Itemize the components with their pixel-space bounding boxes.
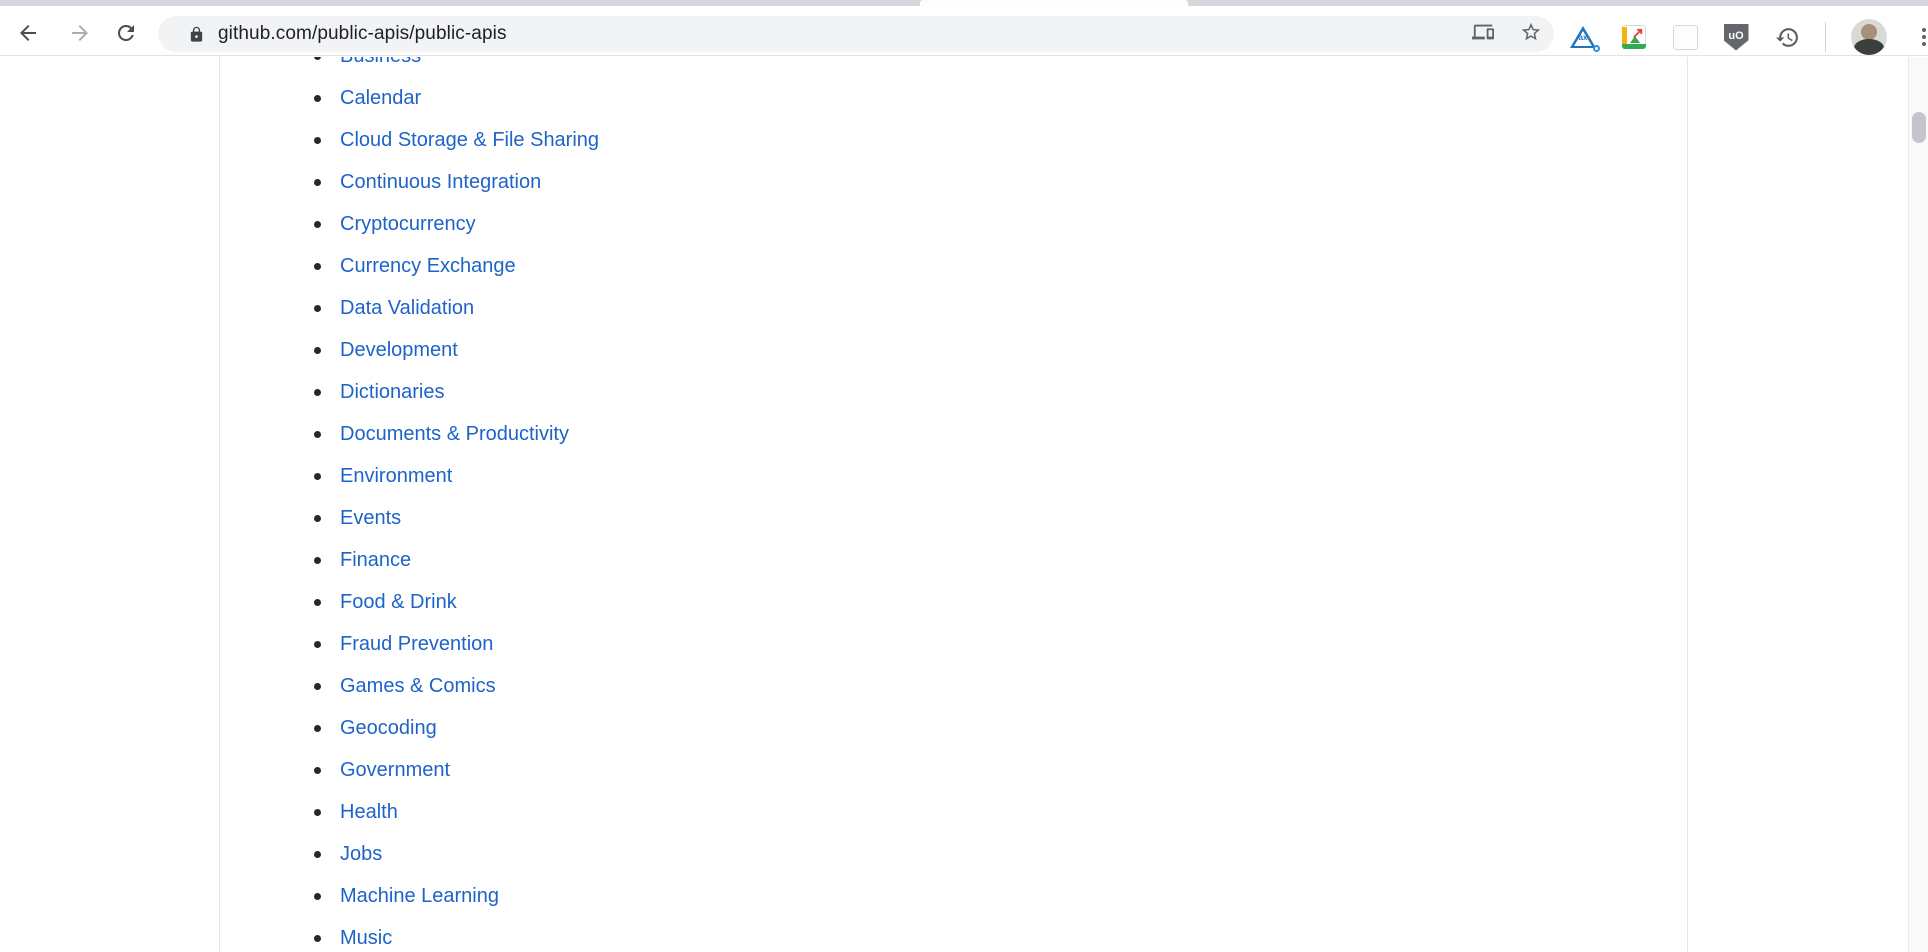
- bookmark-star-icon[interactable]: [1520, 21, 1542, 48]
- category-link[interactable]: Music: [340, 927, 392, 949]
- profile-avatar[interactable]: [1851, 19, 1887, 55]
- category-link[interactable]: Geocoding: [340, 717, 437, 739]
- screenshot-extension-icon[interactable]: ↗: [1621, 24, 1647, 50]
- category-link[interactable]: Health: [340, 801, 398, 823]
- back-button[interactable]: [13, 19, 43, 49]
- list-item: Business: [220, 57, 1687, 77]
- category-link[interactable]: Business: [340, 57, 421, 67]
- ublock-origin-badge: uO: [1728, 30, 1743, 42]
- scrollbar-track[interactable]: [1908, 57, 1928, 952]
- list-item: Events: [220, 497, 1687, 539]
- list-item: Jobs: [220, 833, 1687, 875]
- category-link[interactable]: Fraud Prevention: [340, 633, 493, 655]
- blank-extension-icon[interactable]: [1672, 24, 1698, 50]
- browser-toolbar: github.com/public-apis/public-apis ax ↗: [0, 6, 1928, 56]
- back-icon: [16, 21, 40, 48]
- category-link[interactable]: Development: [340, 339, 458, 361]
- list-item: Currency Exchange: [220, 245, 1687, 287]
- list-item: Calendar: [220, 77, 1687, 119]
- scrollbar-thumb[interactable]: [1912, 112, 1926, 143]
- list-item: Cryptocurrency: [220, 203, 1687, 245]
- list-item: Dictionaries: [220, 371, 1687, 413]
- category-link[interactable]: Finance: [340, 549, 411, 571]
- category-link[interactable]: Events: [340, 507, 401, 529]
- history-extension-icon[interactable]: [1774, 24, 1800, 50]
- category-link[interactable]: Currency Exchange: [340, 255, 516, 277]
- url-text[interactable]: github.com/public-apis/public-apis: [218, 23, 507, 45]
- list-item: Games & Comics: [220, 665, 1687, 707]
- category-link[interactable]: Dictionaries: [340, 381, 444, 403]
- category-link[interactable]: Environment: [340, 465, 452, 487]
- send-to-devices-icon[interactable]: [1472, 21, 1494, 48]
- category-link[interactable]: Continuous Integration: [340, 171, 541, 193]
- list-item: Development: [220, 329, 1687, 371]
- list-item: Continuous Integration: [220, 161, 1687, 203]
- axe-extension-icon[interactable]: ax: [1570, 24, 1596, 50]
- category-link[interactable]: Documents & Productivity: [340, 423, 569, 445]
- list-item: Music: [220, 917, 1687, 952]
- list-item: Documents & Productivity: [220, 413, 1687, 455]
- api-category-list: Business Calendar Cloud Storage & File S…: [220, 57, 1687, 952]
- browser-menu-icon[interactable]: [1912, 25, 1928, 49]
- list-item: Fraud Prevention: [220, 623, 1687, 665]
- extensions-area: ax ↗ uO: [1570, 12, 1928, 62]
- forward-button[interactable]: [65, 19, 95, 49]
- ublock-origin-icon[interactable]: uO: [1723, 24, 1749, 50]
- list-item: Machine Learning: [220, 875, 1687, 917]
- list-item: Finance: [220, 539, 1687, 581]
- category-link[interactable]: Games & Comics: [340, 675, 496, 697]
- list-item: Food & Drink: [220, 581, 1687, 623]
- list-item: Cloud Storage & File Sharing: [220, 119, 1687, 161]
- category-link[interactable]: Government: [340, 759, 450, 781]
- forward-icon: [68, 21, 92, 48]
- category-link[interactable]: Food & Drink: [340, 591, 457, 613]
- address-bar[interactable]: github.com/public-apis/public-apis: [158, 16, 1554, 52]
- list-item: Health: [220, 791, 1687, 833]
- list-item: Geocoding: [220, 707, 1687, 749]
- list-item: Environment: [220, 455, 1687, 497]
- category-link[interactable]: Machine Learning: [340, 885, 499, 907]
- list-item: Government: [220, 749, 1687, 791]
- toolbar-separator: [1825, 22, 1826, 52]
- readme-right-border: [1687, 57, 1688, 952]
- list-item: Data Validation: [220, 287, 1687, 329]
- reload-icon: [114, 21, 138, 48]
- lock-icon[interactable]: [188, 26, 205, 43]
- axe-extension-label: ax: [1579, 33, 1588, 42]
- readme-body: Business Calendar Cloud Storage & File S…: [220, 57, 1687, 952]
- category-link[interactable]: Jobs: [340, 843, 382, 865]
- category-link[interactable]: Cryptocurrency: [340, 213, 476, 235]
- reload-button[interactable]: [111, 19, 141, 49]
- category-link[interactable]: Data Validation: [340, 297, 474, 319]
- page-content: Business Calendar Cloud Storage & File S…: [0, 57, 1928, 952]
- category-link[interactable]: Calendar: [340, 87, 421, 109]
- category-link[interactable]: Cloud Storage & File Sharing: [340, 129, 599, 151]
